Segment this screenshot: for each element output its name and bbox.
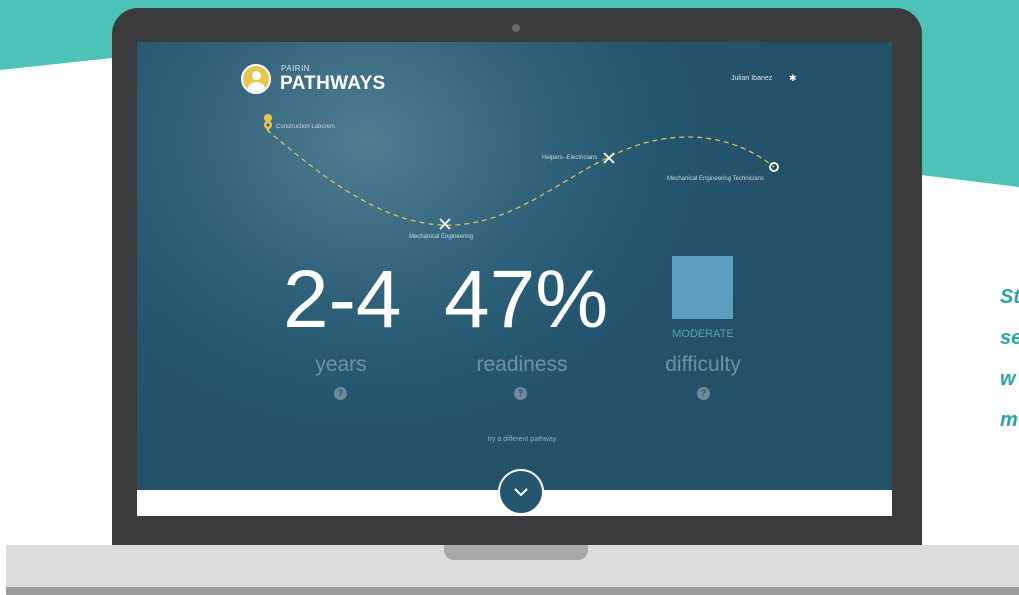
scroll-down-button[interactable] bbox=[498, 469, 544, 515]
pathway-map bbox=[264, 114, 779, 230]
side-text-line-2: se bbox=[1000, 327, 1019, 349]
side-text-line-4: m bbox=[1000, 409, 1018, 431]
step-marker-x-icon[interactable] bbox=[603, 152, 615, 164]
camera-icon bbox=[512, 24, 520, 32]
difficulty-help-icon[interactable]: ? bbox=[697, 387, 710, 400]
pathway-goal-label: Mechanical Engineering Technicians bbox=[667, 176, 764, 182]
pathway-step2-label: Helpers--Electricians bbox=[542, 155, 598, 161]
years-help-icon[interactable]: ? bbox=[334, 387, 347, 400]
years-value: 2-4 bbox=[283, 254, 402, 345]
step-marker-x-icon[interactable] bbox=[439, 218, 451, 230]
difficulty-label: difficulty bbox=[665, 353, 741, 376]
app-screen: PAIRIN PATHWAYS Julian Ibanez ✱ Construc… bbox=[137, 42, 892, 516]
chevron-down-icon bbox=[514, 488, 528, 497]
pathway-start-label: Construction Laborers bbox=[276, 124, 336, 130]
readiness-help-icon[interactable]: ? bbox=[514, 387, 527, 400]
years-label: years bbox=[315, 353, 367, 376]
side-text-line-1: St bbox=[1000, 286, 1019, 308]
readiness-label: readiness bbox=[476, 353, 568, 376]
pathway-step1-label: Mechanical Engineering bbox=[409, 234, 474, 240]
readiness-value: 47% bbox=[444, 254, 609, 345]
difficulty-level: MODERATE bbox=[672, 328, 734, 340]
laptop-base-edge bbox=[6, 587, 1019, 595]
try-different-pathway-link[interactable]: try a different pathway bbox=[457, 436, 587, 443]
difficulty-indicator bbox=[672, 256, 733, 319]
location-pin-icon[interactable] bbox=[264, 114, 273, 132]
laptop-notch bbox=[444, 545, 588, 560]
side-text-line-3: w bbox=[1000, 368, 1016, 390]
